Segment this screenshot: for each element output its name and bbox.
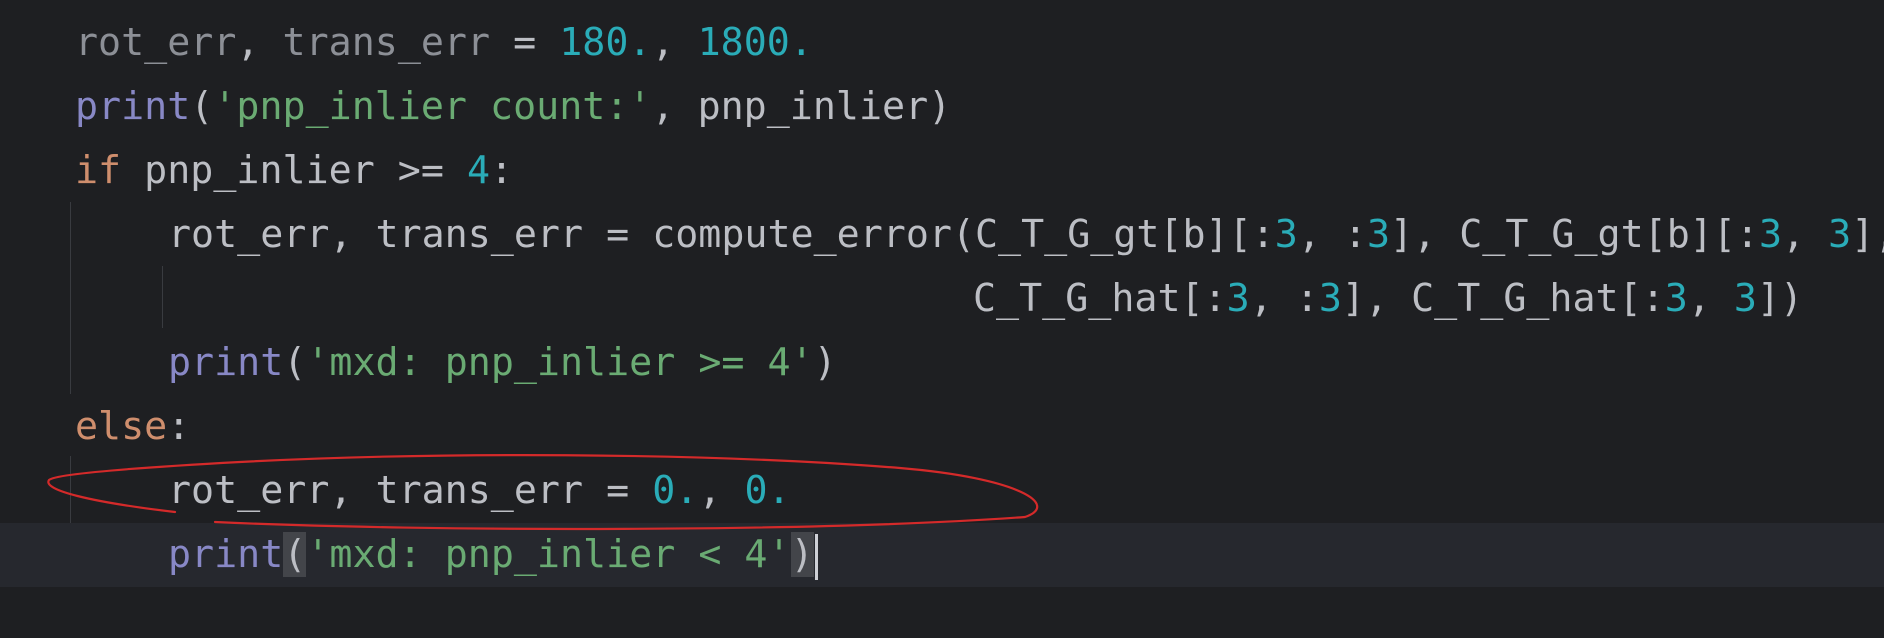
token-number: 3 — [1758, 212, 1783, 257]
token-number: 180. — [559, 20, 652, 65]
token-number: 3 — [1274, 212, 1298, 257]
token-punct: : — [167, 404, 191, 449]
token-number: 3 — [1226, 276, 1250, 321]
token-punct: : — [490, 148, 514, 193]
code-line-6[interactable]: print('mxd: pnp_inlier >= 4') — [0, 331, 1884, 395]
token-expression: C_T_G_hat[: — [973, 276, 1227, 321]
token-number: 3 — [1664, 276, 1688, 321]
token-keyword: if — [75, 148, 122, 193]
token-string: 'mxd: pnp_inlier < 4' — [306, 532, 791, 577]
token-punct: , — [651, 84, 698, 129]
token-number: 0. — [744, 468, 791, 513]
code-editor[interactable]: rot_err, trans_err = 180., 1800. print('… — [0, 0, 1884, 638]
token-number: 1800. — [697, 20, 813, 65]
token-expression: rot_err, trans_err = — [168, 468, 653, 513]
code-line-3[interactable]: if pnp_inlier >= 4: — [0, 139, 1884, 203]
token-builtin: print — [168, 532, 284, 577]
token-identifier: trans_err — [282, 20, 491, 65]
token-punct: , — [698, 468, 745, 513]
token-builtin: print — [75, 84, 191, 129]
token-paren: ) — [813, 340, 837, 385]
token-number: 4 — [466, 148, 491, 193]
token-expression: rot_err, trans_err = compute_error(C_T_G… — [168, 212, 1275, 257]
code-line-2[interactable]: print('pnp_inlier count:', pnp_inlier) — [0, 75, 1884, 139]
token-string: 'mxd: pnp_inlier >= 4' — [306, 340, 814, 385]
token-punct: , : — [1297, 212, 1367, 257]
token-number: 3 — [1318, 276, 1342, 321]
token-string: 'pnp_inlier count:' — [213, 84, 652, 129]
token-punct: , — [236, 20, 283, 65]
code-line-9-current[interactable]: print('mxd: pnp_inlier < 4') — [0, 523, 1884, 587]
matched-bracket-close: ) — [790, 532, 814, 577]
text-caret — [814, 533, 818, 580]
token-expression: ], C_T_G_hat[: — [1341, 276, 1665, 321]
code-line-5[interactable]: C_T_G_hat[:3, :3], C_T_G_hat[:3, 3]) — [0, 267, 1884, 331]
token-punct: ], — [1851, 212, 1884, 257]
token-punct: , — [651, 20, 698, 65]
token-punct: , — [1782, 212, 1829, 257]
code-line-4[interactable]: rot_err, trans_err = compute_error(C_T_G… — [0, 203, 1884, 267]
code-line-1[interactable]: rot_err, trans_err = 180., 1800. — [0, 11, 1884, 75]
token-paren: ( — [190, 84, 214, 129]
token-punct: , — [1687, 276, 1734, 321]
code-line-7[interactable]: else: — [0, 395, 1884, 459]
token-paren: ( — [283, 340, 307, 385]
token-identifier: pnp_inlier — [697, 84, 929, 129]
token-builtin: print — [168, 340, 284, 385]
code-line-8[interactable]: rot_err, trans_err = 0., 0. — [0, 459, 1884, 523]
token-punct: , : — [1249, 276, 1319, 321]
token-keyword: else — [75, 404, 168, 449]
token-identifier: rot_err — [75, 20, 237, 65]
token-punct: ]) — [1756, 276, 1804, 321]
matched-bracket-open: ( — [283, 532, 307, 577]
token-expression: ], C_T_G_gt[b][: — [1390, 212, 1759, 257]
token-paren: ) — [928, 84, 952, 129]
token-number: 0. — [652, 468, 699, 513]
token-operator: = — [490, 20, 560, 65]
token-number: 3 — [1828, 212, 1852, 257]
token-expression: pnp_inlier >= — [121, 148, 467, 193]
token-number: 3 — [1733, 276, 1757, 321]
token-number: 3 — [1366, 212, 1391, 257]
